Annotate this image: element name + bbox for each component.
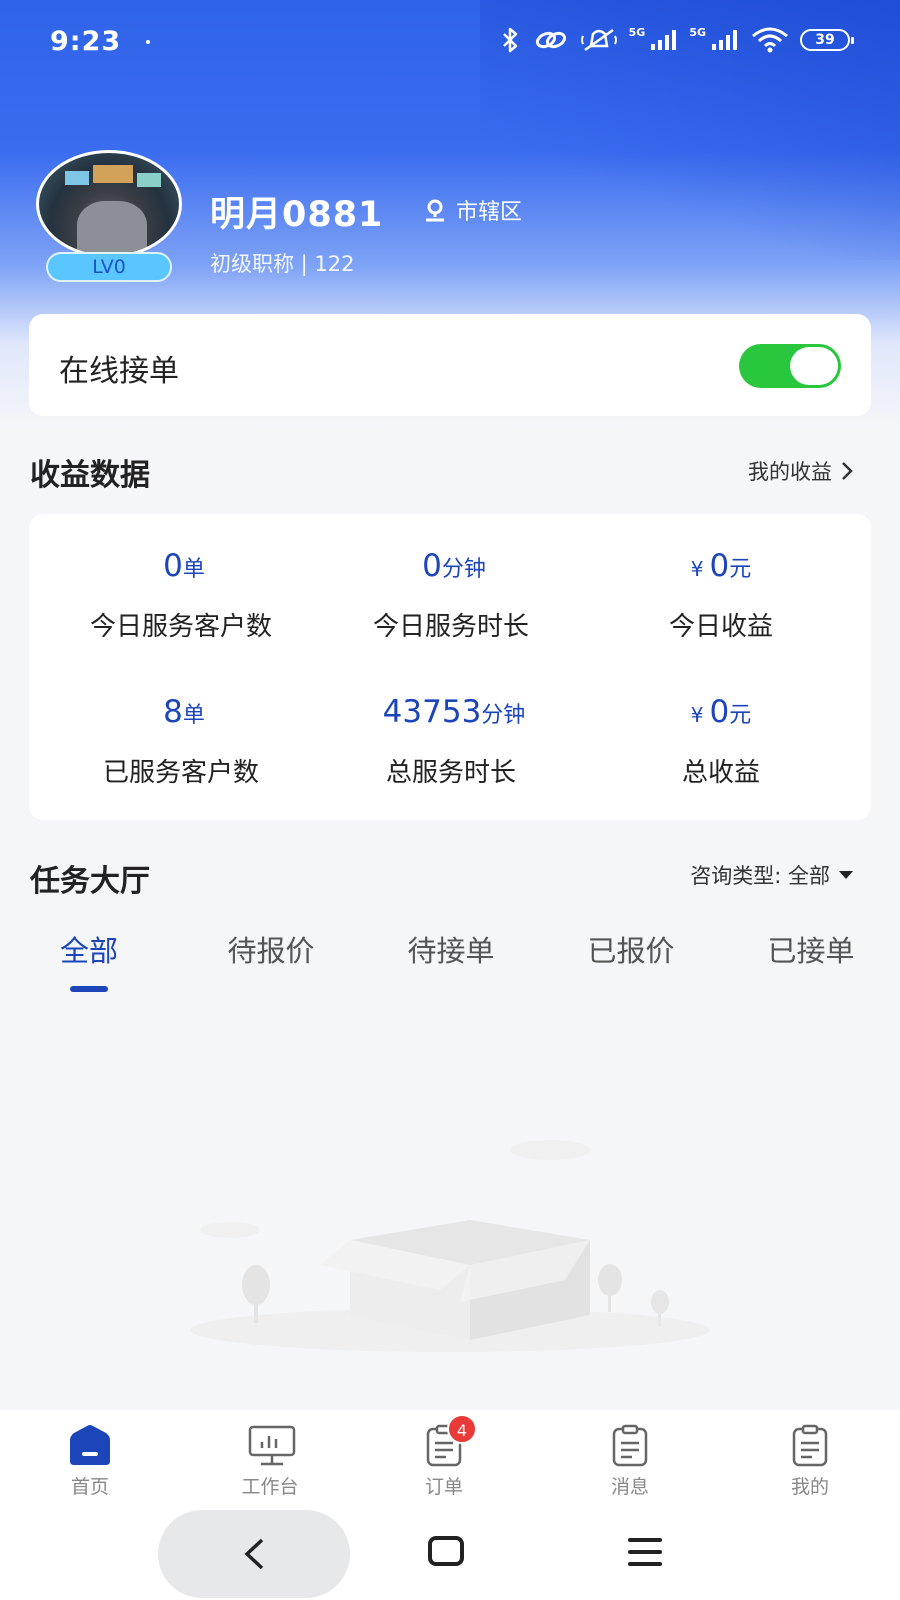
nav-item-mine[interactable]: 我的 [750,1424,870,1499]
stat-total-earnings: ¥0元 总收益 [581,694,861,789]
earnings-stats-card: 0单 今日服务客户数 0分钟 今日服务时长 ¥0元 今日收益 8单 已服务客户数… [29,514,871,820]
tab-pending-quote[interactable]: 待报价 [196,928,346,970]
status-bar: 9:23 5G 5G 39 [0,0,900,84]
nav-label: 消息 [610,1476,649,1498]
system-home-button[interactable] [428,1536,464,1566]
tab-all[interactable]: 全部 [14,928,164,970]
clipboard-icon [792,1424,828,1467]
status-icons: 5G 5G 39 [497,25,854,54]
online-order-toggle[interactable] [739,344,841,388]
stat-today-duration: 0分钟 今日服务时长 [311,548,591,643]
stat-today-customers: 0单 今日服务客户数 [41,548,321,643]
bluetooth-icon [502,27,517,53]
stat-label: 已服务客户数 [102,758,259,788]
wifi-icon [752,27,788,53]
notification-dot [146,40,150,44]
online-order-label: 在线接单 [59,354,179,389]
tab-pending-accept[interactable]: 待接单 [376,928,526,970]
bottom-navigation: 首页 工作台 4 订单 消息 我的 [0,1410,900,1500]
stat-total-duration: 43753分钟 总服务时长 [311,694,591,789]
user-title-id: 初级职称 | 122 [210,252,355,276]
empty-state-box-illustration [190,1140,710,1352]
signal-icon [651,30,677,50]
nav-label: 订单 [424,1476,463,1498]
my-earnings-link[interactable]: 我的收益 [748,456,854,486]
status-time: 9:23 [50,26,122,57]
tab-quoted[interactable]: 已报价 [556,928,706,970]
link-icon [535,31,566,49]
signal-5g-label-1: 5G [628,25,646,39]
chevron-left-icon [244,1538,264,1570]
earnings-title: 收益数据 [30,458,150,493]
battery-indicator: 39 [800,29,854,51]
order-count-badge: 4 [447,1414,477,1444]
nav-label: 首页 [70,1476,109,1498]
toggle-knob [790,347,838,385]
nav-item-messages[interactable]: 消息 [570,1424,690,1499]
stat-value: ¥0元 [690,694,752,730]
system-navigation-bar [0,1500,900,1600]
tab-accepted[interactable]: 已接单 [736,928,886,970]
task-hall-title: 任务大厅 [30,864,150,899]
user-name: 明月0881 [210,195,384,235]
nav-item-home[interactable]: 首页 [30,1424,150,1499]
clipboard-icon [612,1424,648,1467]
task-tabs: 全部 待报价 待接单 已报价 已接单 [0,928,900,998]
stat-label: 总收益 [681,758,760,788]
stat-value: 43753分钟 [382,694,526,730]
mute-icon [580,28,617,52]
consult-type-label: 咨询类型: 全部 [690,864,830,888]
system-back-button[interactable] [158,1510,350,1598]
monitor-icon [248,1425,296,1466]
level-badge: LV0 [46,252,172,282]
nav-item-orders[interactable]: 4 订单 [384,1414,504,1499]
system-menu-button[interactable] [628,1538,662,1574]
stat-label: 今日服务客户数 [89,612,272,642]
stat-total-customers: 8单 已服务客户数 [41,694,321,789]
stat-today-earnings: ¥0元 今日收益 [581,548,861,643]
home-icon [70,1425,110,1465]
chevron-right-icon [842,462,853,480]
stat-value: 0分钟 [422,548,486,584]
nav-label: 我的 [790,1476,829,1498]
stat-label: 今日服务时长 [372,612,529,642]
avatar[interactable] [36,150,182,258]
location[interactable]: 市辖区 [424,194,522,226]
stat-value: 0单 [163,548,205,584]
stat-value: 8单 [163,694,205,730]
stat-label: 今日收益 [668,612,773,642]
nav-item-workbench[interactable]: 工作台 [210,1424,330,1499]
caret-down-icon [839,871,853,879]
location-pin-icon [426,199,444,222]
location-text: 市辖区 [456,200,523,225]
signal-5g-label-2: 5G [689,25,706,39]
stat-label: 总服务时长 [385,758,516,788]
signal-icon [712,30,737,50]
consult-type-filter[interactable]: 咨询类型: 全部 [690,860,854,890]
active-tab-indicator [70,986,108,992]
online-order-card: 在线接单 [29,314,871,416]
stat-value: ¥0元 [690,548,752,584]
nav-label: 工作台 [241,1476,299,1498]
profile-section: LV0 明月0881 市辖区 初级职称 | 122 [0,150,900,290]
my-earnings-label: 我的收益 [748,460,832,484]
